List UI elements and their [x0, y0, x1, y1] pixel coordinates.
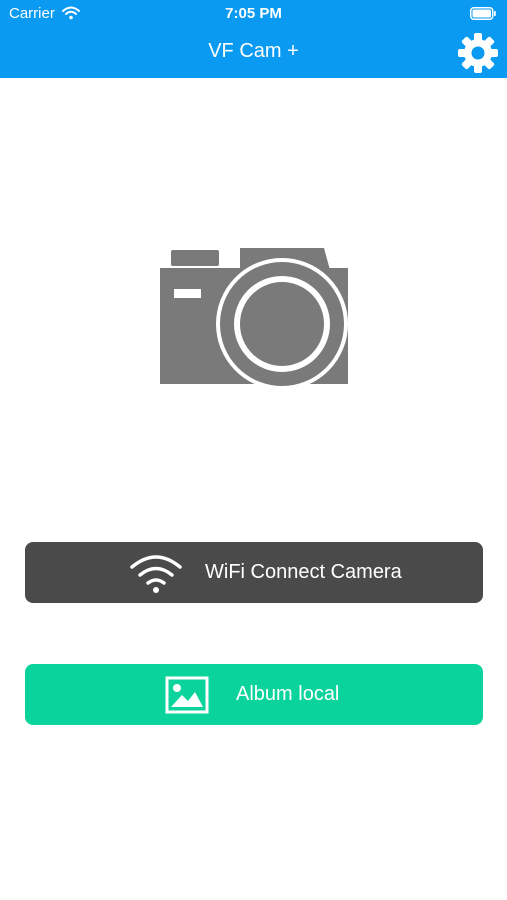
camera-icon	[160, 248, 348, 390]
wifi-icon	[130, 555, 182, 593]
wifi-connect-camera-label: WiFi Connect Camera	[205, 561, 402, 583]
status-bar: Carrier 7:05 PM	[0, 0, 507, 28]
wifi-connect-camera-button[interactable]: WiFi Connect Camera	[25, 542, 483, 603]
album-local-button[interactable]: Album local	[25, 664, 483, 725]
status-time: 7:05 PM	[225, 5, 282, 22]
image-icon	[165, 676, 209, 714]
album-local-label: Album local	[236, 683, 340, 705]
battery-icon	[470, 7, 496, 20]
navigation-bar: Carrier 7:05 PM VF Cam +	[0, 0, 507, 78]
gear-icon[interactable]	[456, 31, 500, 75]
page-title: VF Cam +	[208, 40, 299, 62]
